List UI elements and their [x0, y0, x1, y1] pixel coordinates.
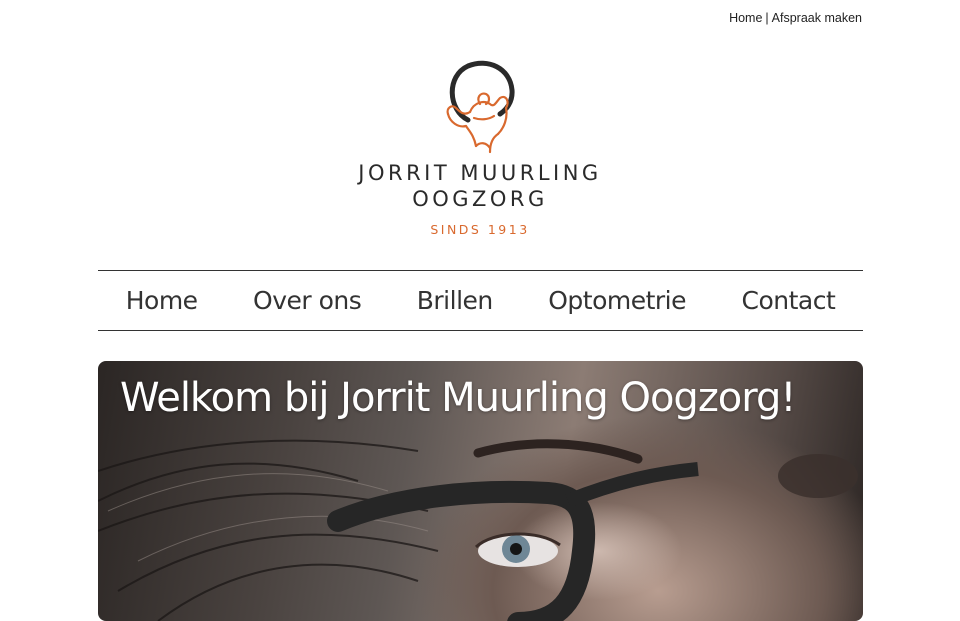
- logo-since: SINDS 1913: [430, 222, 530, 237]
- nav-item-contact[interactable]: Contact: [741, 286, 835, 315]
- nav-item-home[interactable]: Home: [126, 286, 198, 315]
- top-link-appointment[interactable]: Afspraak maken: [772, 11, 862, 25]
- hero-title: Welkom bij Jorrit Muurling Oogzorg!: [120, 375, 796, 421]
- hero-banner: Welkom bij Jorrit Muurling Oogzorg!: [98, 361, 863, 621]
- site-logo[interactable]: JORRIT MUURLING OOGZORG SINDS 1913: [0, 58, 960, 237]
- nav-item-brillen[interactable]: Brillen: [417, 286, 494, 315]
- top-link-separator: |: [765, 11, 769, 25]
- main-nav: Home Over ons Brillen Optometrie Contact: [98, 270, 863, 331]
- nav-item-over-ons[interactable]: Over ons: [253, 286, 362, 315]
- nav-item-optometrie[interactable]: Optometrie: [548, 286, 686, 315]
- atlas-figure-holding-lens-icon: [446, 60, 515, 154]
- top-links: Home | Afspraak maken: [729, 11, 862, 25]
- logo-name-line1: JORRIT MUURLING: [358, 161, 602, 185]
- top-link-home[interactable]: Home: [729, 11, 762, 25]
- logo-name-line2: OOGZORG: [412, 187, 548, 211]
